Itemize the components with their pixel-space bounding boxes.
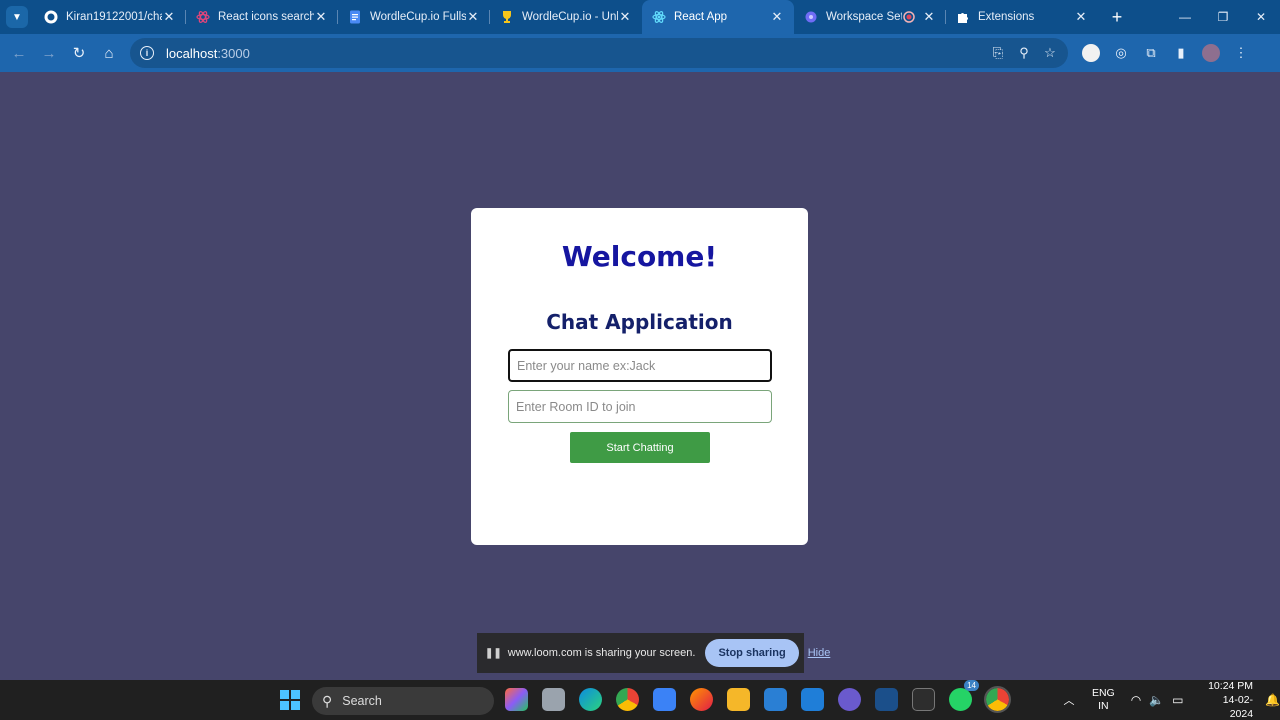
browser-toolbar: ← → ↻ ⌂ i localhost:3000 ⎘ ⚲ ☆ ◎ ⧉ ▮ ⋮ <box>0 34 1280 72</box>
stop-sharing-button[interactable]: Stop sharing <box>705 639 799 667</box>
firefox-icon[interactable] <box>690 688 713 711</box>
menu-kebab-icon[interactable]: ⋮ <box>1232 44 1250 62</box>
tab-wordlecup-unlimited[interactable]: WordleCup.io - Unlin ✕ <box>490 0 642 34</box>
close-window-icon[interactable]: ✕ <box>1242 10 1280 24</box>
chevron-up-icon[interactable]: ︿ <box>1062 692 1076 708</box>
zoom-icon[interactable]: ⚲ <box>1016 45 1032 61</box>
home-icon[interactable]: ⌂ <box>94 38 124 68</box>
google-docs-icon <box>348 10 362 24</box>
react-icon <box>652 10 666 24</box>
tab-wordlecup-doc[interactable]: WordleCup.io Fullsta ✕ <box>338 0 490 34</box>
reload-icon[interactable]: ↻ <box>64 38 94 68</box>
vscode-icon[interactable] <box>801 688 824 711</box>
windows-taskbar: ⚲ Search 14 ︿ ENG IN ◠ 🔈 ▭ 10:24 PM 14-0… <box>0 680 1280 720</box>
url-text[interactable]: localhost:3000 <box>166 46 250 61</box>
store-icon[interactable] <box>653 688 676 711</box>
clock[interactable]: 10:24 PM 14-02-2024 <box>1200 679 1254 720</box>
battery-icon: ▭ <box>1172 693 1184 707</box>
copilot-icon[interactable] <box>505 688 528 711</box>
screen-share-bar: ❚❚ www.loom.com is sharing your screen. … <box>477 633 830 673</box>
tab-title: React App <box>674 11 728 23</box>
tab-title: WordleCup.io Fullsta <box>370 11 466 23</box>
url-host: localhost <box>166 45 218 61</box>
mail-icon[interactable] <box>764 688 787 711</box>
tab-workspace-settings[interactable]: Workspace Settin ✕ <box>794 0 946 34</box>
tab-title: React icons search re <box>218 11 314 23</box>
file-explorer-icon[interactable] <box>727 688 750 711</box>
room-id-input[interactable] <box>508 390 772 423</box>
tab-close-icon[interactable]: ✕ <box>314 9 328 25</box>
forward-arrow-icon[interactable]: → <box>34 38 64 68</box>
start-chatting-button[interactable]: Start Chatting <box>570 432 710 463</box>
volume-icon: 🔈 <box>1149 693 1165 707</box>
clock-time: 10:24 PM <box>1208 680 1254 692</box>
profile-avatar[interactable] <box>1202 44 1220 62</box>
github-icon <box>44 10 58 24</box>
windows-start-icon[interactable] <box>280 690 300 710</box>
extension-target-icon[interactable]: ◎ <box>1112 44 1130 62</box>
extension-circle-icon[interactable] <box>1082 44 1100 62</box>
app-icon[interactable] <box>838 688 861 711</box>
tab-close-icon[interactable]: ✕ <box>618 9 632 25</box>
clock-date: 14-02-2024 <box>1222 694 1254 720</box>
tab-search-chevron-icon[interactable]: ▼ <box>6 6 28 28</box>
tab-close-icon[interactable]: ✕ <box>1074 9 1088 25</box>
lang-line1: ENG <box>1091 687 1115 699</box>
drag-handle-icon[interactable]: ❚❚ <box>485 648 502 659</box>
search-icon: ⚲ <box>322 692 333 709</box>
language-indicator[interactable]: ENG IN <box>1092 687 1115 713</box>
hide-link[interactable]: Hide <box>808 647 831 659</box>
lang-line2: IN <box>1098 700 1109 712</box>
terminal-alt-icon[interactable] <box>875 688 898 711</box>
address-bar[interactable]: i localhost:3000 ⎘ ⚲ ☆ <box>130 38 1068 68</box>
new-tab-plus-icon[interactable]: + <box>1106 7 1128 28</box>
edge-icon[interactable] <box>579 688 602 711</box>
url-port: :3000 <box>217 45 250 61</box>
tab-title: Extensions <box>978 11 1035 23</box>
chrome-icon[interactable] <box>616 688 639 711</box>
trophy-icon <box>500 10 514 24</box>
taskbar-search[interactable]: ⚲ Search <box>312 687 494 715</box>
taskbar-search-label: Search <box>342 694 382 708</box>
whatsapp-icon[interactable]: 14 <box>949 680 979 711</box>
wifi-icon: ◠ <box>1130 693 1142 707</box>
side-panel-icon[interactable]: ▮ <box>1172 44 1190 62</box>
task-view-icon[interactable] <box>542 688 565 711</box>
bookmark-star-icon[interactable]: ☆ <box>1042 45 1058 61</box>
workspace-icon <box>804 10 818 24</box>
tab-close-icon[interactable]: ✕ <box>162 9 176 25</box>
welcome-heading: Welcome! <box>561 240 718 273</box>
tab-react-app[interactable]: React App ✕ <box>642 0 794 34</box>
system-tray: ︿ ENG IN ◠ 🔈 ▭ 10:24 PM 14-02-2024 🔔 <box>1062 680 1280 720</box>
extensions-puzzle-icon[interactable]: ⧉ <box>1142 44 1160 62</box>
browser-tabstrip: ▼ Kiran19122001/chat- ✕ React icons sear… <box>0 0 1280 34</box>
quick-settings[interactable]: ◠ 🔈 ▭ <box>1131 693 1184 707</box>
tab-extensions[interactable]: Extensions ✕ <box>946 0 1098 34</box>
chrome-profile-icon[interactable] <box>984 686 1011 713</box>
app-title: Chat Application <box>546 310 733 334</box>
terminal-icon[interactable] <box>912 688 935 711</box>
restore-icon[interactable]: ❐ <box>1204 10 1242 24</box>
tab-title: Kiran19122001/chat- <box>66 11 162 23</box>
tab-title: WordleCup.io - Unlin <box>522 11 618 23</box>
install-app-icon[interactable]: ⎘ <box>990 45 1006 61</box>
site-info-icon[interactable]: i <box>140 46 154 60</box>
tab-close-icon[interactable]: ✕ <box>770 9 784 25</box>
window-controls: — ❐ ✕ <box>1166 10 1280 24</box>
name-input[interactable] <box>508 349 772 382</box>
puzzle-icon <box>956 10 970 24</box>
tab-close-icon[interactable]: ✕ <box>922 9 936 25</box>
recording-icon <box>902 10 916 24</box>
join-card: Welcome! Chat Application Start Chatting <box>471 208 808 545</box>
back-arrow-icon[interactable]: ← <box>4 38 34 68</box>
react-icons-icon <box>196 10 210 24</box>
share-message: www.loom.com is sharing your screen. <box>507 647 696 659</box>
minimize-icon[interactable]: — <box>1166 10 1204 24</box>
tab-react-icons[interactable]: React icons search re ✕ <box>186 0 338 34</box>
tab-github[interactable]: Kiran19122001/chat- ✕ <box>34 0 186 34</box>
tab-close-icon[interactable]: ✕ <box>466 9 480 25</box>
notification-bell-icon[interactable]: 🔔 <box>1265 693 1280 707</box>
tab-title: Workspace Settin <box>826 11 902 23</box>
whatsapp-badge: 14 <box>964 680 979 691</box>
